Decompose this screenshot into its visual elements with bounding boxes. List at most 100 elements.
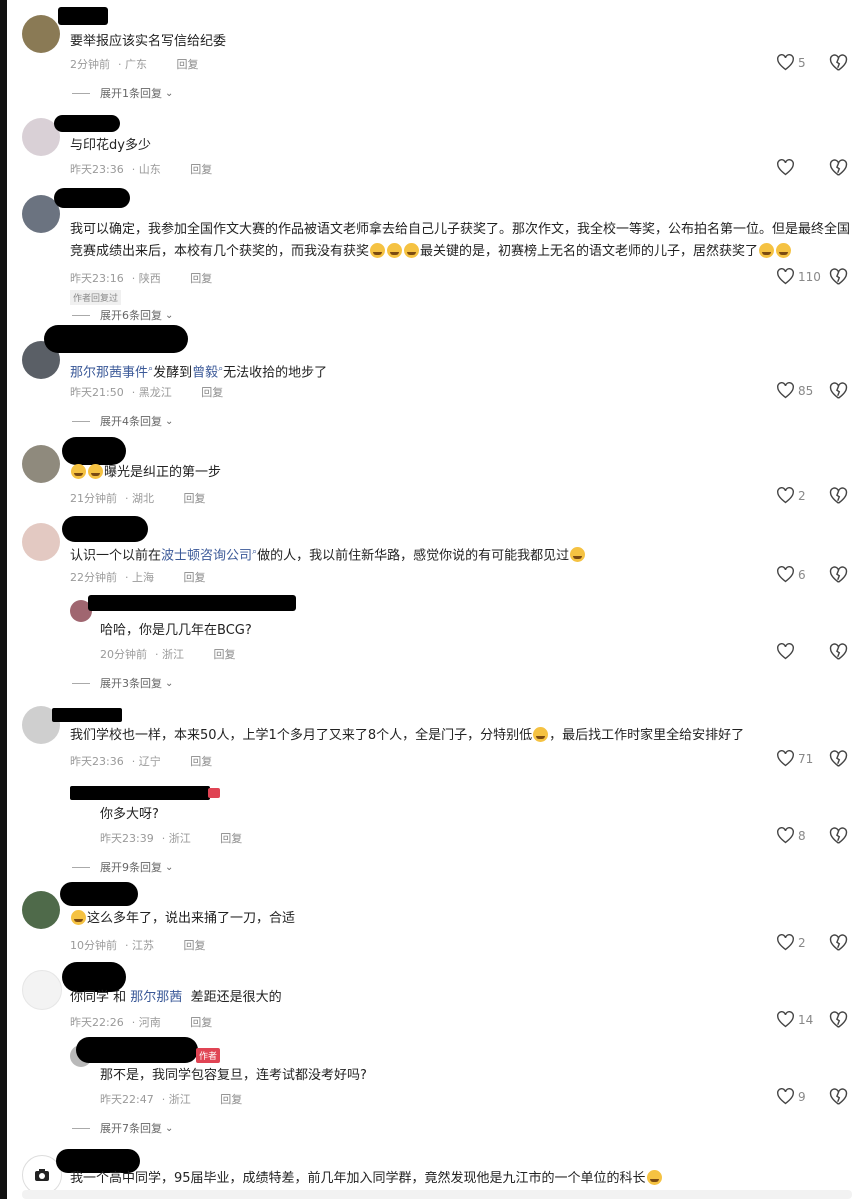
reply-button[interactable]: 回复 bbox=[201, 386, 223, 399]
reply-meta: 昨天23:39 · 浙江 回复 bbox=[100, 832, 243, 845]
expand-replies[interactable]: 展开4条回复 ⌄ bbox=[72, 413, 173, 429]
expand-label: 展开1条回复 bbox=[100, 87, 162, 100]
expand-replies[interactable]: 展开6条回复 ⌄ bbox=[72, 307, 173, 323]
like-button[interactable]: 2 bbox=[776, 487, 806, 504]
topic-link[interactable]: 曾毅 bbox=[192, 365, 218, 380]
expand-replies[interactable]: 展开9条回复 ⌄ bbox=[72, 859, 173, 875]
comment-text-part: 无法收拾的地步了 bbox=[223, 365, 328, 381]
comment-text-part: 曝光是纠正的第一步 bbox=[104, 465, 222, 480]
crying-laugh-emoji bbox=[404, 243, 420, 258]
reply-button[interactable]: 回复 bbox=[220, 832, 242, 845]
divider bbox=[72, 682, 90, 684]
comment-time: 昨天22:47 bbox=[100, 1093, 154, 1106]
like-count: 110 bbox=[798, 269, 821, 284]
dislike-button[interactable] bbox=[829, 934, 848, 956]
chevron-down-icon: ⌄ bbox=[165, 87, 174, 99]
like-button[interactable]: 85 bbox=[776, 382, 813, 399]
crying-laugh-emoji bbox=[533, 727, 549, 742]
dislike-button[interactable] bbox=[829, 827, 848, 849]
comment-time: 昨天23:39 bbox=[100, 832, 154, 845]
like-button[interactable] bbox=[776, 643, 798, 660]
comment-location: 山东 bbox=[138, 163, 161, 176]
heart-icon bbox=[777, 934, 794, 951]
comment-text-part: 你同学 和 bbox=[70, 990, 127, 1005]
comment-input-bar[interactable] bbox=[22, 1190, 852, 1199]
like-button[interactable]: 71 bbox=[776, 750, 813, 767]
comment-time: 20分钟前 bbox=[100, 648, 147, 661]
like-button[interactable]: 6 bbox=[776, 566, 806, 583]
broken-heart-icon bbox=[829, 566, 848, 583]
dislike-button[interactable] bbox=[829, 566, 848, 588]
like-button[interactable]: 14 bbox=[776, 1011, 813, 1028]
topic-link[interactable]: 那尔那茜事件 bbox=[70, 365, 148, 380]
like-count: 85 bbox=[798, 383, 814, 398]
redacted-username bbox=[54, 188, 130, 208]
dislike-button[interactable] bbox=[829, 159, 848, 181]
like-button[interactable]: 2 bbox=[776, 934, 806, 951]
like-button[interactable]: 5 bbox=[776, 54, 806, 71]
reply-button[interactable]: 回复 bbox=[190, 272, 212, 285]
avatar[interactable] bbox=[22, 970, 62, 1010]
dislike-button[interactable] bbox=[829, 1011, 848, 1033]
dislike-button[interactable] bbox=[829, 487, 848, 509]
reply-button[interactable]: 回复 bbox=[214, 648, 236, 661]
topic-link[interactable]: 波士顿咨询公司 bbox=[161, 548, 252, 563]
comment-location: 河南 bbox=[138, 1016, 161, 1029]
user-mention-link[interactable]: 那尔那茜 bbox=[130, 990, 182, 1005]
reply-button[interactable]: 回复 bbox=[190, 163, 212, 176]
avatar[interactable] bbox=[22, 523, 60, 561]
heart-icon bbox=[777, 750, 794, 767]
comment-text: 与印花dy多少 bbox=[70, 138, 151, 153]
dislike-button[interactable] bbox=[829, 54, 848, 76]
reply-button[interactable]: 回复 bbox=[184, 939, 206, 952]
divider bbox=[72, 92, 90, 94]
crying-laugh-emoji bbox=[387, 243, 403, 258]
avatar[interactable] bbox=[22, 15, 60, 53]
dislike-button[interactable] bbox=[829, 268, 848, 290]
reply-button[interactable]: 回复 bbox=[177, 58, 199, 71]
comment-text: 曝光是纠正的第一步 bbox=[70, 464, 221, 482]
reply-button[interactable]: 回复 bbox=[184, 492, 206, 505]
like-count: 71 bbox=[798, 751, 814, 766]
dislike-button[interactable] bbox=[829, 643, 848, 665]
comment-time: 22分钟前 bbox=[70, 571, 117, 584]
avatar[interactable] bbox=[22, 891, 60, 929]
crying-laugh-emoji bbox=[776, 243, 792, 258]
expand-replies[interactable]: 展开1条回复 ⌄ bbox=[72, 85, 173, 101]
expand-replies[interactable]: 展开7条回复 ⌄ bbox=[72, 1120, 173, 1136]
redacted-username bbox=[70, 786, 210, 800]
comment-meta: 昨天21:50 · 黑龙江 回复 bbox=[70, 386, 224, 399]
comment-text: 我一个高中同学，95届毕业，成绩特差，前几年加入同学群，竟然发现他是九江市的一个… bbox=[70, 1170, 663, 1188]
like-button[interactable]: 110 bbox=[776, 268, 821, 285]
like-count: 8 bbox=[798, 828, 806, 843]
like-button[interactable] bbox=[776, 159, 798, 176]
crying-laugh-emoji bbox=[759, 243, 775, 258]
like-button[interactable]: 9 bbox=[776, 1088, 806, 1105]
dislike-button[interactable] bbox=[829, 750, 848, 772]
comment-text-part: 这么多年了，说出来捅了一刀，合适 bbox=[87, 911, 296, 926]
reply-button[interactable]: 回复 bbox=[190, 1016, 212, 1029]
reply-button[interactable]: 回复 bbox=[220, 1093, 242, 1106]
dislike-button[interactable] bbox=[829, 1088, 848, 1110]
crying-laugh-emoji bbox=[570, 547, 586, 563]
reply-button[interactable]: 回复 bbox=[190, 755, 212, 768]
comment-text-part: 认识一个以前在 bbox=[70, 548, 162, 564]
like-count: 9 bbox=[798, 1089, 806, 1104]
heart-icon bbox=[777, 643, 794, 660]
expand-replies[interactable]: 展开3条回复 ⌄ bbox=[72, 675, 173, 691]
broken-heart-icon bbox=[829, 827, 848, 844]
redacted-username bbox=[76, 1037, 198, 1063]
like-count: 5 bbox=[798, 55, 806, 70]
redacted-username bbox=[58, 7, 108, 25]
reply-text: 哈哈，你是几几年在BCG? bbox=[100, 623, 252, 638]
broken-heart-icon bbox=[829, 159, 848, 176]
heart-icon bbox=[777, 1011, 794, 1028]
comment-time: 10分钟前 bbox=[70, 939, 117, 952]
comment-text: 那尔那茜事件⌕发酵到曾毅⌕无法收拾的地步了 bbox=[70, 360, 327, 382]
like-button[interactable]: 8 bbox=[776, 827, 806, 844]
chevron-down-icon: ⌄ bbox=[165, 861, 174, 873]
avatar[interactable] bbox=[22, 445, 60, 483]
dislike-button[interactable] bbox=[829, 382, 848, 404]
like-count: 14 bbox=[798, 1012, 814, 1027]
reply-button[interactable]: 回复 bbox=[184, 571, 206, 584]
